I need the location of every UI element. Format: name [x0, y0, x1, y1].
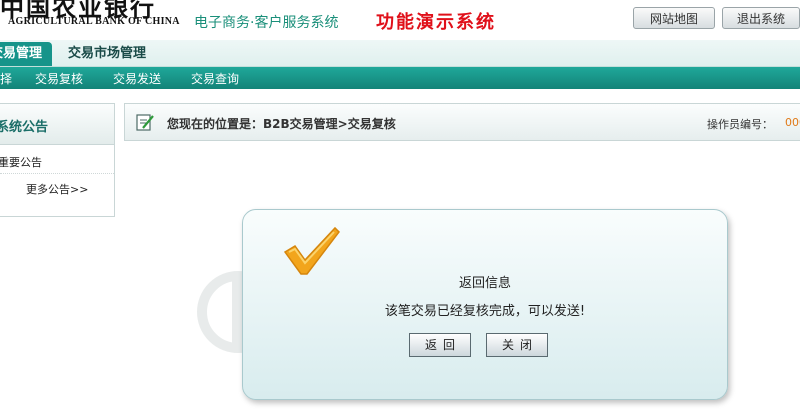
exit-button[interactable]: 退出系统	[722, 7, 800, 29]
tab-market-management[interactable]: 交易市场管理	[68, 42, 146, 66]
system-title: 电子商务·客户服务系统	[194, 15, 339, 31]
dialog-title: 返回信息	[458, 276, 511, 291]
back-button[interactable]: 返回	[409, 333, 471, 357]
operator-label: 操作员编号：	[707, 118, 773, 131]
announcement-panel: 系统公告 重要公告 更多公告>>	[0, 103, 115, 217]
tab-transaction-management[interactable]: 交易管理	[0, 42, 52, 66]
subnav-item-review[interactable]: 交易复核	[35, 70, 83, 87]
demo-title: 功能演示系统	[376, 12, 496, 33]
divider	[0, 173, 114, 174]
result-dialog: 返回信息 该笔交易已经复核完成，可以发送! 返回 关闭	[242, 209, 728, 400]
operator-id: 000	[785, 116, 800, 129]
sub-navigation: 择 交易复核 交易发送 交易查询	[0, 67, 800, 89]
close-button[interactable]: 关闭	[486, 333, 548, 357]
subnav-item-select[interactable]: 择	[0, 70, 12, 87]
subnav-item-send[interactable]: 交易发送	[113, 70, 161, 87]
checkmark-icon	[283, 226, 340, 275]
sitemap-button[interactable]: 网站地图	[633, 7, 715, 29]
edit-note-icon	[136, 114, 154, 131]
subnav-item-query[interactable]: 交易查询	[191, 70, 239, 87]
breadcrumb: 您现在的位置是：B2B交易管理>交易复核	[167, 117, 396, 131]
more-announcements-link[interactable]: 更多公告>>	[26, 181, 88, 197]
dialog-message: 该笔交易已经复核完成，可以发送!	[384, 304, 586, 319]
announcement-item[interactable]: 重要公告	[0, 154, 42, 170]
header: 中国农业银行 AGRICULTURAL BANK OF CHINA 电子商务·客…	[0, 0, 800, 40]
announcement-title: 系统公告	[0, 120, 49, 135]
breadcrumb-bar: 您现在的位置是：B2B交易管理>交易复核 操作员编号： 000	[124, 103, 800, 141]
announcement-header: 系统公告	[0, 104, 114, 145]
main-tabs: 交易管理 交易市场管理	[0, 40, 800, 67]
bank-logo-en: AGRICULTURAL BANK OF CHINA	[8, 16, 180, 27]
